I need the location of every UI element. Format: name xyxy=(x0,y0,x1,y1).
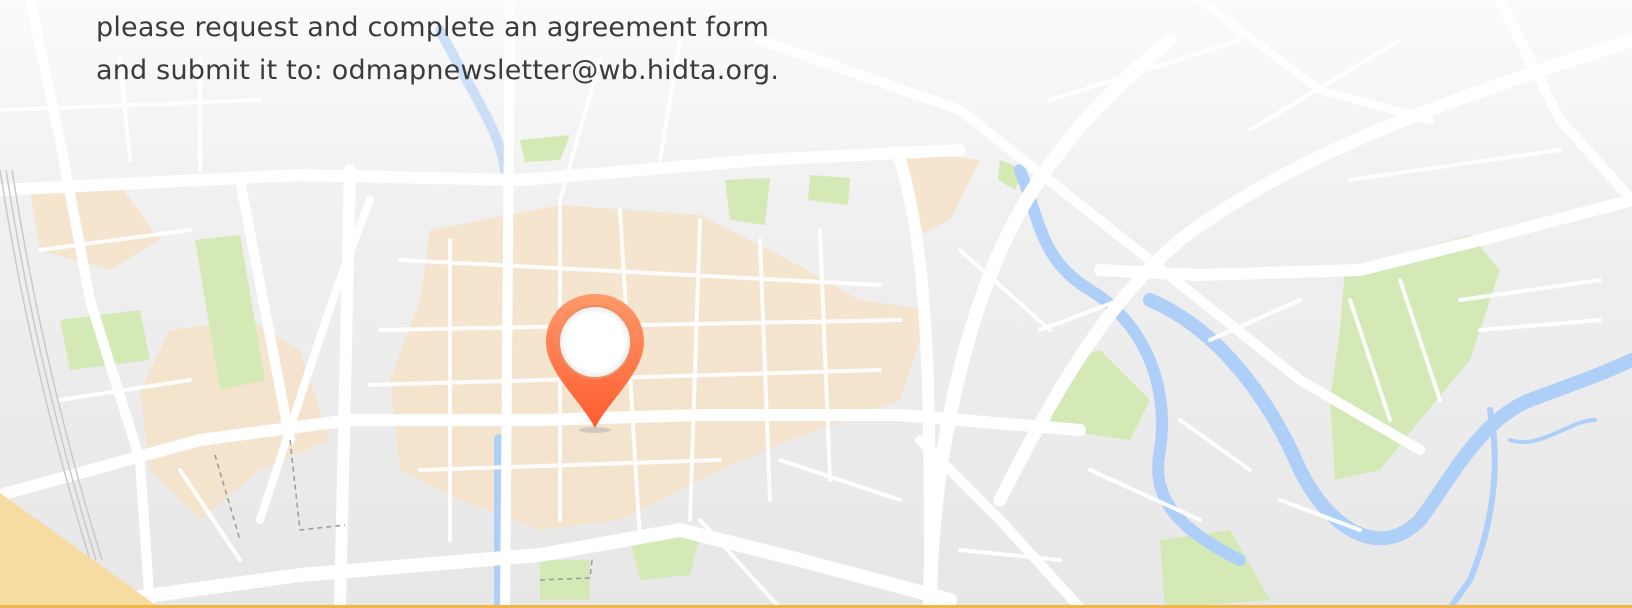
map-banner: please request and complete an agreement… xyxy=(0,0,1632,608)
instruction-line-1: please request and complete an agreement… xyxy=(96,12,770,43)
instruction-line-2: and submit it to: odmapnewsletter@wb.hid… xyxy=(96,55,780,86)
location-pin-icon xyxy=(546,294,644,433)
agreement-instructions: please request and complete an agreement… xyxy=(96,6,856,92)
corner-accent xyxy=(0,493,160,608)
